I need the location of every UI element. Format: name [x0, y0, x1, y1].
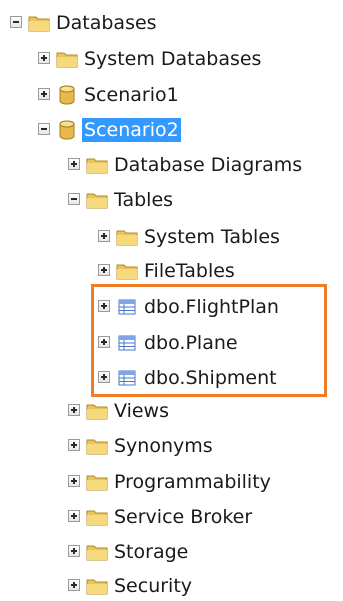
- node-label: dbo.FlightPlan: [144, 296, 279, 318]
- folder-icon: [28, 12, 50, 34]
- node-label: Synonyms: [114, 435, 213, 457]
- node-label: Security: [114, 575, 193, 597]
- node-label: Service Broker: [114, 506, 253, 528]
- expand-icon[interactable]: [68, 404, 80, 416]
- folder-icon: [86, 471, 108, 493]
- expand-icon[interactable]: [98, 264, 110, 276]
- folder-icon: [86, 435, 108, 457]
- folder-icon: [116, 226, 138, 248]
- node-label-selected: Scenario2: [82, 118, 181, 142]
- expand-icon[interactable]: [98, 300, 110, 312]
- expand-icon[interactable]: [38, 52, 50, 64]
- folder-icon: [86, 189, 108, 211]
- table-icon: [116, 332, 138, 354]
- node-label: FileTables: [144, 260, 235, 282]
- expand-icon[interactable]: [68, 545, 80, 557]
- collapse-icon[interactable]: [38, 123, 50, 135]
- node-label: Views: [114, 400, 169, 422]
- folder-icon: [56, 48, 78, 70]
- folder-icon: [86, 154, 108, 176]
- table-icon: [116, 367, 138, 389]
- collapse-icon[interactable]: [68, 193, 80, 205]
- expand-icon[interactable]: [68, 475, 80, 487]
- folder-icon: [86, 400, 108, 422]
- expand-icon[interactable]: [68, 579, 80, 591]
- node-label: System Tables: [144, 226, 280, 248]
- node-label: dbo.Shipment: [144, 367, 277, 389]
- database-icon: [56, 84, 78, 106]
- node-label: Programmability: [114, 471, 271, 493]
- expand-icon[interactable]: [98, 230, 110, 242]
- node-label: Scenario1: [84, 84, 179, 106]
- expand-icon[interactable]: [38, 88, 50, 100]
- expand-icon[interactable]: [98, 371, 110, 383]
- node-label: Database Diagrams: [114, 154, 303, 176]
- node-label: Tables: [114, 189, 174, 211]
- node-label: Storage: [114, 541, 189, 563]
- expand-icon[interactable]: [68, 510, 80, 522]
- folder-icon: [86, 506, 108, 528]
- node-label: dbo.Plane: [144, 332, 238, 354]
- folder-icon: [86, 541, 108, 563]
- folder-icon: [86, 575, 108, 597]
- table-icon: [116, 296, 138, 318]
- database-icon: [56, 119, 78, 141]
- expand-icon[interactable]: [98, 336, 110, 348]
- node-label: System Databases: [84, 48, 262, 70]
- node-label: Databases: [56, 12, 157, 34]
- expand-icon[interactable]: [68, 158, 80, 170]
- collapse-icon[interactable]: [10, 16, 22, 28]
- folder-icon: [116, 260, 138, 282]
- expand-icon[interactable]: [68, 439, 80, 451]
